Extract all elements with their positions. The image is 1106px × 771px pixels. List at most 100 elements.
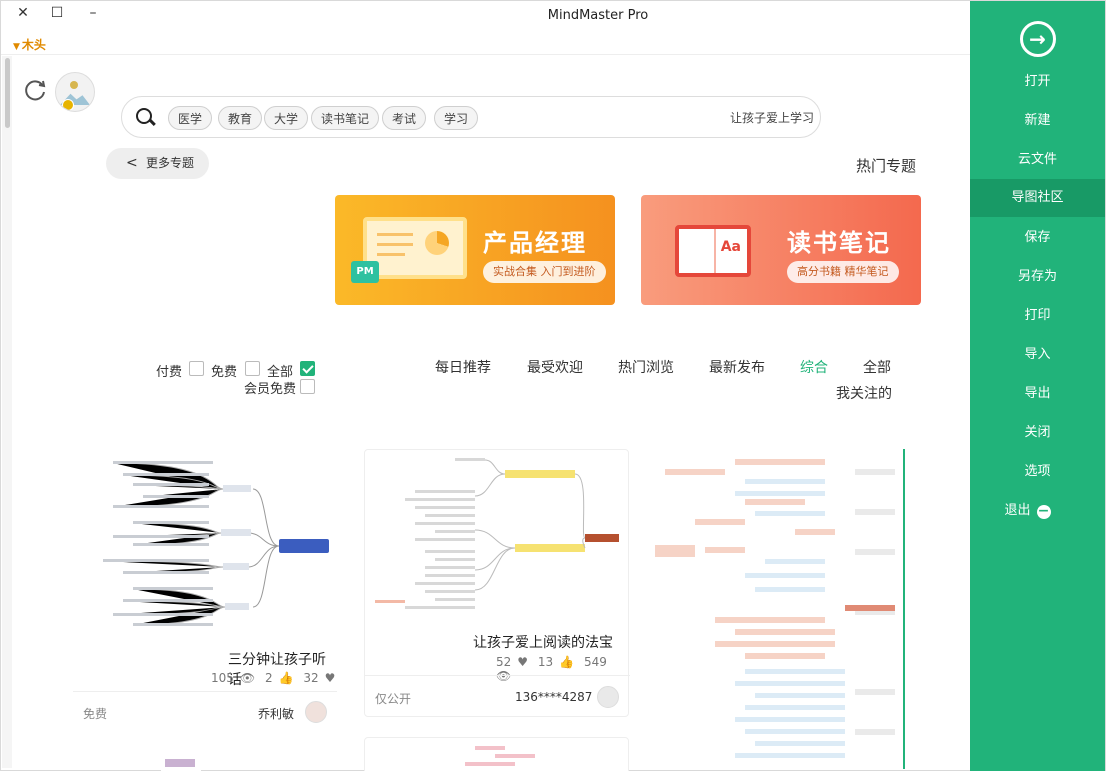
banner-subtitle: 高分书籍 精华笔记 [787,261,899,283]
line-shape [377,233,413,236]
search-tag[interactable]: 读书笔记 [311,106,380,130]
header-divider [1,54,971,55]
mindmap-card[interactable]: 三分钟让孩子听话 105 👁 2 👍 32 ♥ 乔利敏 免费 [73,449,337,733]
filter-paid-checkbox[interactable] [189,361,204,376]
sidebar-item-save-as[interactable]: 另存为 [970,258,1105,296]
sidebar-item-options[interactable]: 选项 [970,453,1105,491]
filter-member-free-label: 会员免费 [244,382,297,397]
sidebar-item-open[interactable]: 打开 [970,63,1105,101]
line-shape [377,243,413,246]
pm-icon: PM [351,261,379,283]
sidebar-item-cloud-files[interactable]: 云文件 [970,141,1105,179]
user-avatar[interactable] [55,72,95,112]
exit-icon: − [1036,503,1051,519]
banner-title: 读书笔记 [787,229,891,257]
more-topics-button[interactable]: < 更多专题 [106,148,209,179]
author-avatar[interactable] [305,701,327,723]
hot-topics-title: 热门专题 [856,157,917,175]
heart-icon: ♥ [517,655,529,669]
refresh-icon[interactable] [22,77,48,103]
more-topics-label: 更多专题 [146,156,195,170]
search-tag[interactable]: 大学 [264,106,309,130]
tab-most-popular[interactable]: 最受欢迎 [527,357,583,377]
sidebar-item-import[interactable]: 导入 [970,336,1105,374]
tab-all[interactable]: 全部 [863,357,891,377]
filter-member-free-checkbox[interactable] [300,379,315,394]
mindmaster-window: ✕ ☐ – MindMaster Pro ▼ 木头 医学 教育 大学 读书笔记 考… [0,0,1106,771]
chevron-left-icon: < [126,155,138,171]
window-title: MindMaster Pro [547,8,649,23]
eye-icon: 👁 [496,669,512,683]
tab-latest[interactable]: 最新发布 [709,357,765,377]
search-placeholder[interactable]: 让孩子爱上学习 [730,109,814,126]
mindmap-card[interactable] [364,737,629,771]
card-author[interactable]: 乔利敏 [258,705,294,722]
card-author[interactable]: 136****4287 [515,690,592,704]
search-tag[interactable]: 医学 [168,106,213,130]
card-divider [73,691,337,692]
card-price: 免费 [83,707,108,721]
mindmap-thumbnail [655,449,905,769]
author-avatar[interactable] [597,686,619,708]
like-count: 13 [537,655,554,669]
eye-icon: 👁 [239,671,256,685]
card-price: 仅公开 [375,692,412,706]
filter-all-checkbox[interactable] [300,361,315,376]
banner-subtitle: 实战合集 入门到进阶 [483,261,606,283]
heart-icon: ♥ [324,671,336,685]
scrollbar-thumb[interactable] [5,58,10,128]
view-count: 549 [583,655,607,669]
card-title[interactable]: 让孩子爱上阅读的法宝 [473,632,613,652]
like-count: 2 [264,671,273,685]
filter-paid-label: 付费 [156,365,183,380]
mindmap-thumbnail [375,458,619,609]
banner-product-manager[interactable]: PM 产品经理 实战合集 入门到进阶 [335,195,615,305]
view-count: 105 [211,671,234,685]
line-shape [377,253,405,256]
sidebar-item-new[interactable]: 新建 [970,102,1105,140]
mindmap-card[interactable] [161,757,201,771]
mindmap-thumbnail [165,759,195,767]
fav-count: 32 [303,671,319,685]
pie-chart-shape [425,231,449,255]
vip-badge-icon [62,99,74,111]
tab-comprehensive[interactable]: 综合 [800,357,828,377]
mindmap-thumbnail [465,746,535,766]
book-illustration: Aa [675,225,751,277]
search-tag[interactable]: 教育 [218,106,263,130]
sidebar-item-print[interactable]: 打印 [970,297,1105,335]
book-spine [714,229,716,273]
search-tag[interactable]: 学习 [434,106,479,130]
search-bar[interactable]: 医学 教育 大学 读书笔记 考试 学习 让孩子爱上学习 [121,96,821,138]
sun-shape [70,81,78,89]
mindmap-card[interactable]: 让孩子爱上阅读的法宝 52 ♥ 13 👍 549 👁 136****4287 仅公开 [364,449,630,717]
sidebar-item-save[interactable]: 保存 [970,219,1105,257]
sidebar-item-close[interactable]: 关闭 [970,414,1105,452]
language-selector[interactable]: ▼ 木头 [13,36,46,53]
card-divider [365,675,630,676]
tab-daily-recommend[interactable]: 每日推荐 [435,357,491,377]
sidebar: → 打开 新建 云文件 导图社区 保存 另存为 打印 导入 导出 关闭 选项 退… [970,1,1105,771]
caret-down-icon: ▼ [13,42,20,52]
tab-hot-browse[interactable]: 热门浏览 [618,357,674,377]
arrow-right-icon[interactable]: → [1019,21,1056,57]
thumbs-up-icon: 👍 [559,655,575,669]
search-icon[interactable] [136,108,152,124]
filter-free-checkbox[interactable] [245,361,260,376]
fav-count: 52 [496,655,512,669]
banner-title: 产品经理 [483,229,587,257]
sidebar-item-export[interactable]: 导出 [970,375,1105,413]
banner-reading-notes[interactable]: Aa 读书笔记 高分书籍 精华笔记 [641,195,921,305]
search-tag[interactable]: 考试 [382,106,427,130]
exit-label: 退出 [1004,503,1031,518]
mindmap-thumbnail [102,461,329,626]
tab-my-follow[interactable]: 我关注的 [836,383,892,403]
sidebar-item-exit[interactable]: 退出 − [970,492,1105,530]
card-stats: 52 ♥ 13 👍 549 👁 [490,655,628,683]
book-aa-glyph: Aa [720,239,741,255]
filter-free-label: 免费 [211,365,238,380]
card-stats: 105 👁 2 👍 32 ♥ [205,671,335,685]
sidebar-item-community[interactable]: 导图社区 [970,179,1105,217]
vertical-scrollbar[interactable] [2,56,12,768]
mindmap-card[interactable] [655,449,911,769]
